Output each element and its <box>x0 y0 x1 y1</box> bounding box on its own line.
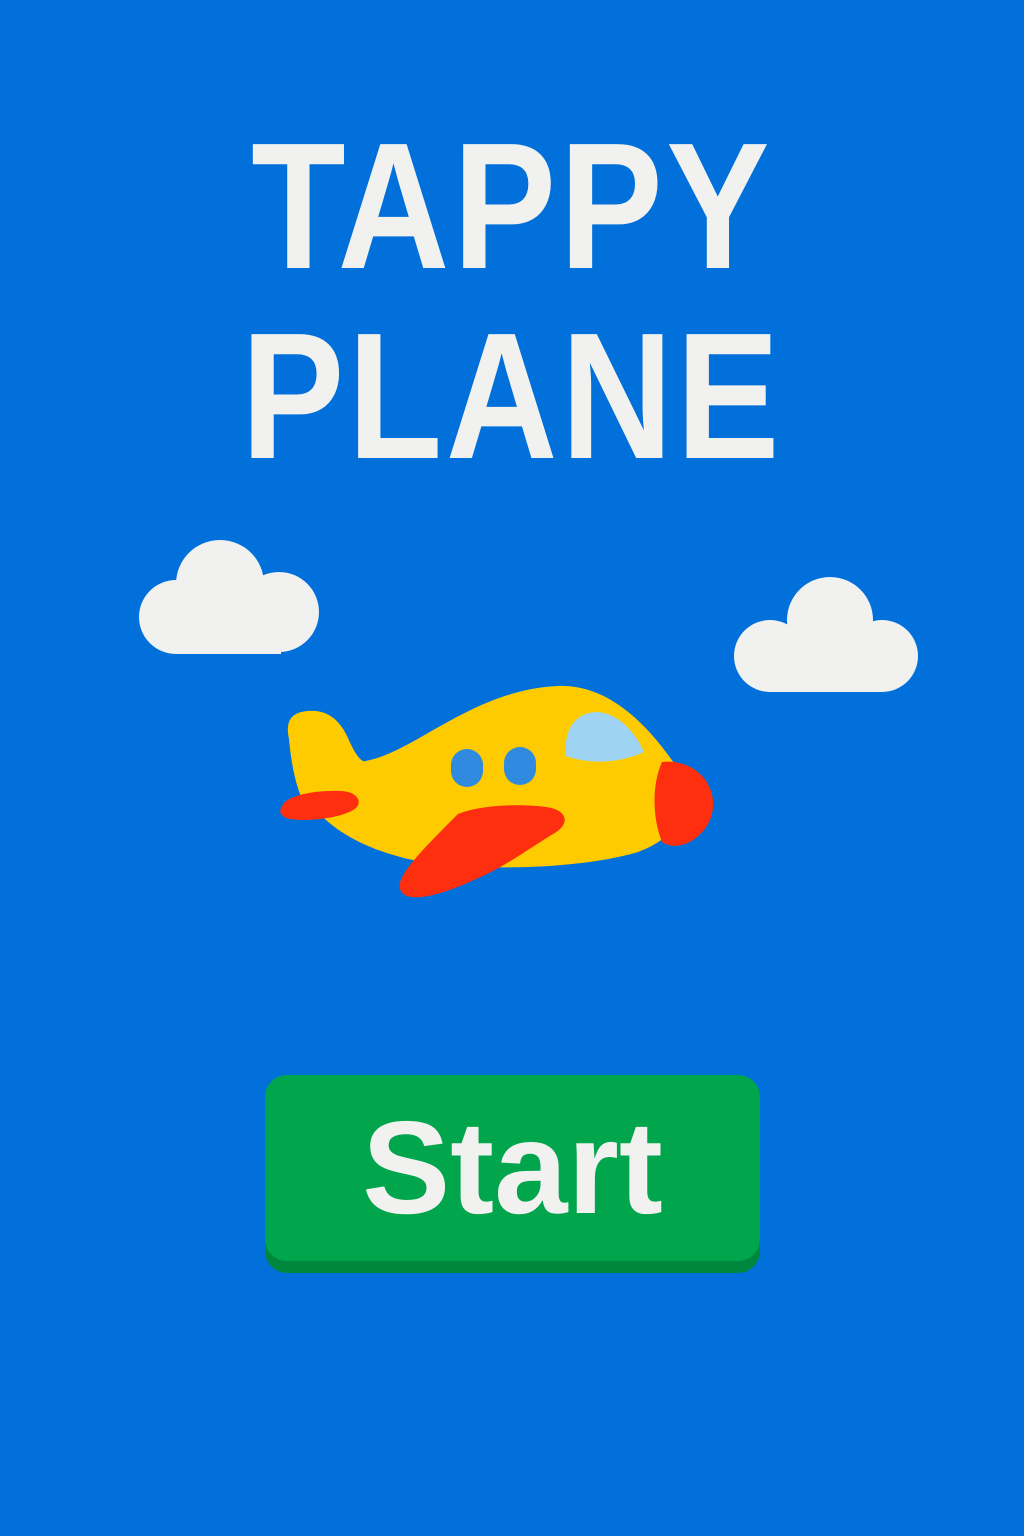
plane-window-icon <box>451 749 483 787</box>
game-title: TAPPY PLANE <box>72 112 953 492</box>
game-title-line-1: TAPPY <box>251 106 773 307</box>
title-screen: TAPPY PLANE Start <box>0 0 1024 1536</box>
plane-nose-icon <box>654 761 714 846</box>
airplane-icon <box>280 685 714 898</box>
cloud-left-icon <box>139 540 319 654</box>
plane-window-icon <box>504 747 536 785</box>
game-title-line-2: PLANE <box>241 296 783 497</box>
cloud-right-icon <box>734 577 918 692</box>
start-button[interactable]: Start <box>265 1075 760 1261</box>
